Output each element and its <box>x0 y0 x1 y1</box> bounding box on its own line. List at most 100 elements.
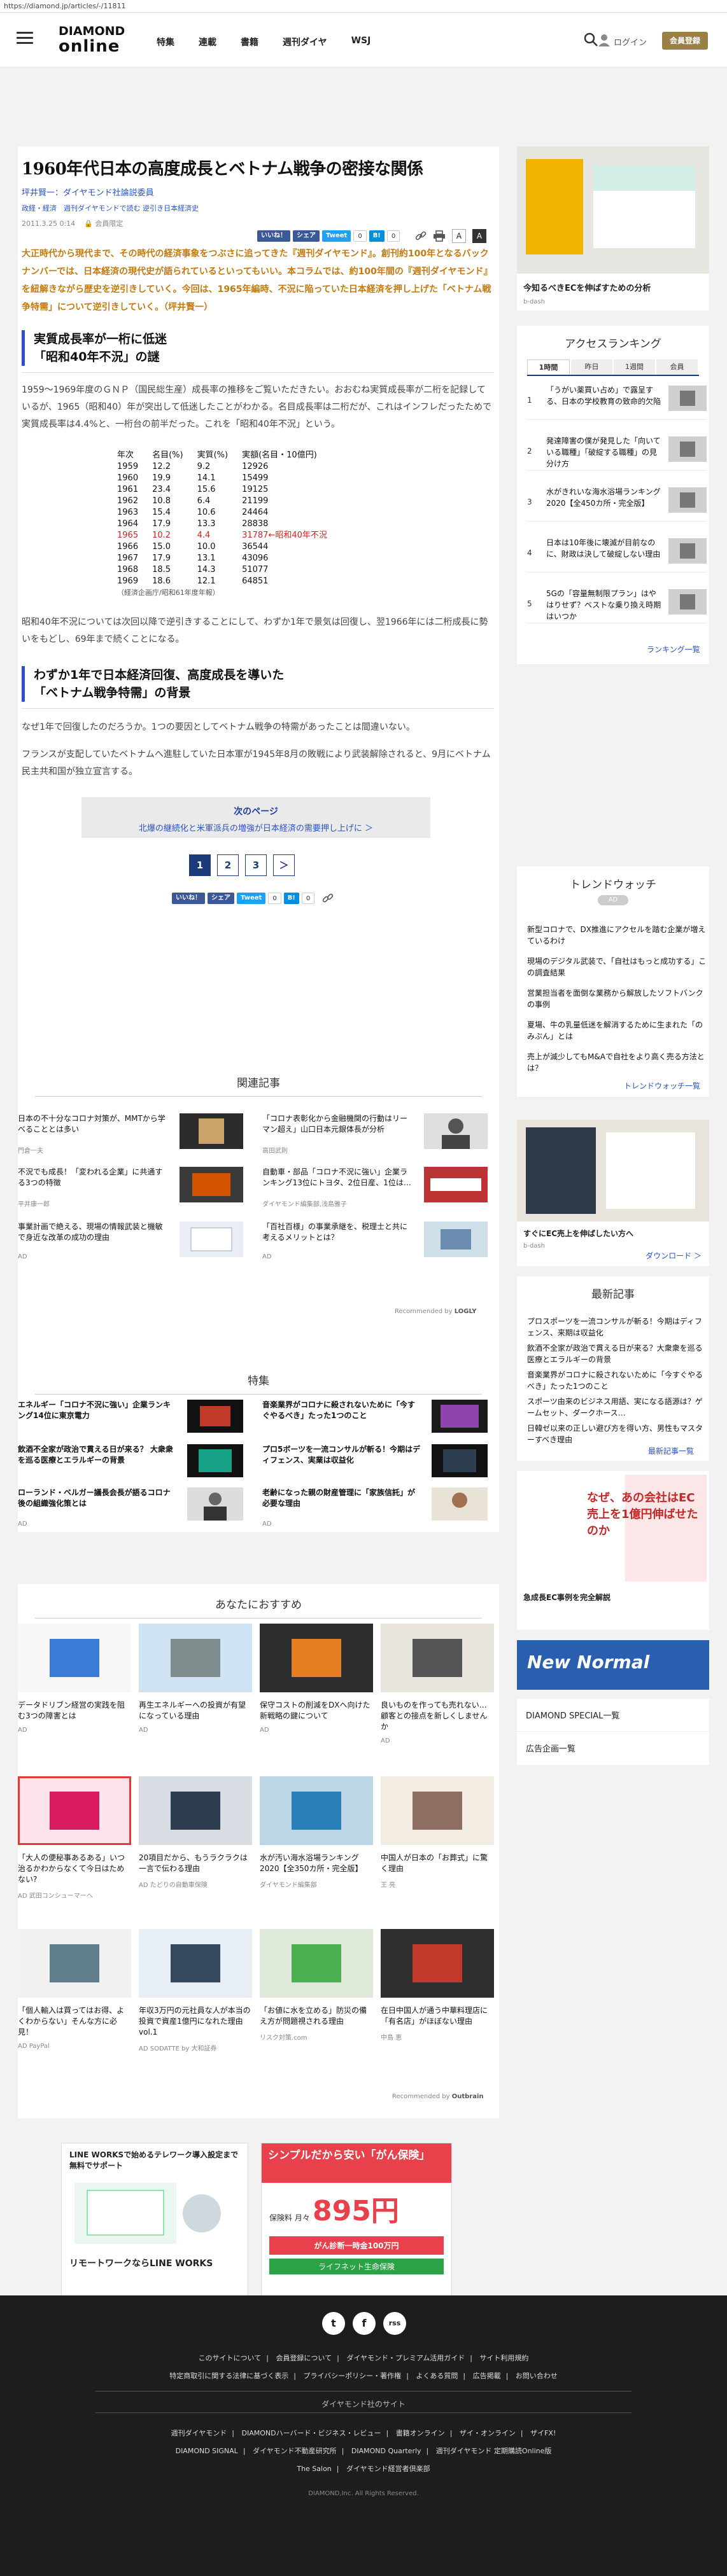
ad-download-link[interactable]: ダウンロード ＞ <box>646 1250 702 1261</box>
recommend-item[interactable]: 保守コストの削減をDXへ向けた新戦略の鍵について AD <box>260 1624 373 1734</box>
nav-item-series[interactable]: 連載 <box>199 36 216 48</box>
recommend-item[interactable]: 「お値に水を立める」防災の備え方が問題視される理由 リスク対策.com <box>260 1929 373 2042</box>
hatena-button[interactable]: B! <box>283 893 299 904</box>
news-item[interactable]: 飲酒不全家が政治で貫える日が来る？大衆衆を巡る医療とエラルギーの背景 <box>527 1342 705 1365</box>
recommend-item[interactable]: 再生エネルギーへの投資が有望になっている理由 AD <box>139 1624 252 1734</box>
feature-item[interactable]: 音楽業界がコロナに殺されないために「今すぐやるべき」たった1つのこと <box>262 1400 491 1440</box>
register-button[interactable]: 会員登録 <box>662 32 708 50</box>
trend-more-link[interactable]: トレンドウォッチ一覧 <box>624 1080 700 1091</box>
related-item[interactable]: 「コロナ表彰化から金融機関の行動はリーマン超え」山口日本元銀体長が分析 高田武則 <box>262 1113 491 1155</box>
twitter-icon[interactable]: t <box>322 2312 345 2335</box>
insurance-ad[interactable]: シンプルだから安い「がん保険」 保険料 月々 895円 がん診断一時金100万円… <box>261 2143 452 2301</box>
nav-item-books[interactable]: 書籍 <box>241 36 258 48</box>
news-item[interactable]: 音楽業界がコロナに殺されないために「今すぐやるべき」たった1つのこと <box>527 1369 705 1392</box>
site-logo[interactable]: DIAMOND online <box>59 24 125 57</box>
footer-link[interactable]: お問い合わせ <box>516 2372 558 2380</box>
related-item[interactable]: 「百社百様」の事業承継を、税理士と共に考えるメリットとは？ AD <box>262 1222 491 1262</box>
facebook-share-button[interactable]: シェア <box>208 893 234 904</box>
facebook-like-button[interactable]: いいね！ <box>257 230 290 242</box>
trend-item[interactable]: 売上が減少してもM&Aで自社をより高く売る方法とは？ <box>527 1051 707 1074</box>
ranking-item[interactable]: 2 発達障害の僕が発見した「向いている職種」「破綻する職種」の見分け方 <box>527 433 707 471</box>
footer-brand-link[interactable]: ダイヤモンド経営者倶楽部 <box>346 2465 430 2473</box>
related-item[interactable]: 事業計画で絶える、現場の情報武装と機敏で身近な改革の成功の理由 AD <box>18 1222 247 1262</box>
ranking-more-link[interactable]: ランキング一覧 <box>647 644 700 655</box>
ranking-tab-yesterday[interactable]: 昨日 <box>571 359 612 375</box>
font-size-large-button[interactable]: A <box>472 229 486 243</box>
footer-link[interactable]: ダイヤモンド・プレミアム活用ガイド <box>346 2354 465 2362</box>
feature-item[interactable]: 老齢になった親の財産管理に「家族信託」が必要な理由 AD <box>262 1487 491 1528</box>
footer-brand-link[interactable]: ダイヤモンド不動産研究所 <box>253 2447 337 2455</box>
recommend-item[interactable]: 水が汚い海水浴場ランキング2020【全350カ所・完全版】 ダイヤモンド編集部 <box>260 1776 373 1889</box>
facebook-share-button[interactable]: シェア <box>293 230 320 242</box>
recommend-item[interactable]: 在日中国人が通う中華料理店に「有名店」がほぼない理由 中島 恵 <box>381 1929 494 2042</box>
lineworks-ad[interactable]: LINE WORKSで始めるテレワーク導入設定まで無料でサポート リモートワーク… <box>61 2143 248 2301</box>
recommend-item[interactable]: 中国人が日本の「お葬式」に驚く理由王 亮 <box>381 1776 494 1889</box>
footer-link[interactable]: 会員登録について <box>276 2354 332 2362</box>
outbrain-credit[interactable]: Recommended by Outbrain <box>392 2093 484 2100</box>
related-item[interactable]: 自動車・部品「コロナ不況に強い」企業ランキング13位にトヨタ、2位日産、1位は…… <box>262 1167 491 1208</box>
footer-brand-link[interactable]: The Salon <box>297 2465 331 2473</box>
next-page-button[interactable]: ＞ <box>273 854 295 876</box>
ranking-item[interactable]: 5 5Gの「容量無制限プラン」はやはりせず？ベストな乗り換え時期はいつか <box>527 585 707 623</box>
feature-item[interactable]: 飲酒不全家が政治で貫える日が来る？ 大衆衆を巡る医療とエラルギーの背景 <box>18 1444 247 1485</box>
news-item[interactable]: 日韓ゼ以来の正しい避び方を得い方、男性もマスターすべき理由 <box>527 1423 705 1445</box>
logly-credit[interactable]: Recommended by LOGLY <box>395 1308 477 1315</box>
sidebar-ad-4[interactable]: New Normal <box>517 1640 709 1690</box>
menu-icon[interactable] <box>17 32 33 45</box>
article-categories[interactable]: 政経・経済 週刊ダイヤモンドで読む 逆引き日本経済史 <box>22 203 499 213</box>
next-page-box[interactable]: 次のページ 北爆の継続化と米軍派兵の増強が日本経済の需要押し上げに ＞ <box>81 797 430 838</box>
user-icon[interactable] <box>597 33 611 47</box>
special-link[interactable]: DIAMOND SPECIAL一覧 <box>517 1699 709 1732</box>
link-icon[interactable] <box>322 893 334 904</box>
footer-link[interactable]: よくある質問 <box>416 2372 458 2380</box>
page-1-button[interactable]: 1 <box>189 854 211 876</box>
article-author[interactable]: 坪井賢一：ダイヤモンド社論説委員 <box>22 186 499 198</box>
recommend-item[interactable]: 「大人の便秘事あるある」いつ治るかわからなくて今日はためない? AD 武田コンシュ… <box>18 1776 131 1900</box>
trend-item[interactable]: 営業担当者を面倒な業務から解放したソフトバンクの事例 <box>527 987 707 1010</box>
footer-brand-link[interactable]: 書籍オンライン <box>396 2429 445 2437</box>
footer-brand-link[interactable]: ザイ・オンライン <box>460 2429 516 2437</box>
hatena-button[interactable]: B! <box>369 230 385 242</box>
recommend-item[interactable]: 20項目だから、もうラクラクは一言で伝わる理由 AD たどりの自動車保険 <box>139 1776 252 1889</box>
search-icon[interactable] <box>583 32 598 47</box>
sidebar-ad-2[interactable]: すぐにEC売上を伸ばしたい方へ b-dash ダウンロード ＞ <box>517 1120 709 1266</box>
ranking-tab-hour[interactable]: 1時間 <box>527 359 570 375</box>
footer-brand-link[interactable]: DIAMOND Quarterly <box>351 2447 421 2455</box>
footer-link[interactable]: このサイトについて <box>199 2354 262 2362</box>
ranking-item[interactable]: 1 「うがい薬買い占め」で露呈する、日本の学校教育の致命的欠陥 <box>527 382 707 420</box>
news-more-link[interactable]: 最新記事一覧 <box>648 1445 694 1456</box>
link-icon[interactable] <box>415 230 427 242</box>
ranking-tab-members[interactable]: 会員 <box>656 359 698 375</box>
facebook-icon[interactable]: f <box>353 2312 376 2335</box>
news-item[interactable]: プロスポーツを一流コンサルが斬る！今期はディフェンス、来期は収益化 <box>527 1316 705 1339</box>
recommend-item[interactable]: 良いものを作っても売れない…顧客との接点を新しくしませんか AD <box>381 1624 494 1744</box>
related-item[interactable]: 不況でも成長！「変われる企業」に共通する3つの特徴 平井康一郎 <box>18 1167 247 1208</box>
footer-link[interactable]: サイト利用規約 <box>479 2354 528 2362</box>
recommend-item[interactable]: 「個人輸入は買ってはお得、よくわからない」そんな方に必見！ AD PayPal <box>18 1929 131 2050</box>
recommend-item[interactable]: データドリブン経営の実践を阻む3つの障害とは AD <box>18 1624 131 1734</box>
trend-item[interactable]: 新型コロナで、DX推進にアクセルを踏む企業が増えているわけ <box>527 924 707 947</box>
next-page-title[interactable]: 北爆の継続化と米軍派兵の増強が日本経済の需要押し上げに ＞ <box>81 821 430 833</box>
news-item[interactable]: スポーツ由来のビジネス用語、実になる語源は？ゲームセット、ダークホース… <box>527 1396 705 1419</box>
feature-item[interactable]: エネルギー「コロナ不況に強い」企業ランキング14位に東京電力 <box>18 1400 247 1440</box>
tweet-button[interactable]: Tweet <box>237 893 266 904</box>
footer-link[interactable]: 特定商取引に関する法律に基づく表示 <box>169 2372 288 2380</box>
feature-item[interactable]: プロ5ボーツを一流コンサルが斬る！今期はディフェンス、実業は収益化 <box>262 1444 491 1485</box>
footer-brand-link[interactable]: ザイFX! <box>530 2429 556 2437</box>
sidebar-ad-3[interactable]: なぜ、あの会社はEC売上を1億円伸ばせたのか 急成長EC事例を完全解説 <box>517 1471 709 1630</box>
footer-brand-link[interactable]: 週刊ダイヤモンド <box>171 2429 227 2437</box>
footer-brand-link[interactable]: 週刊ダイヤモンド 定期購読Online版 <box>436 2447 552 2455</box>
ranking-item[interactable]: 3 水がきれいな海水浴場ランキング2020【全450カ所・完全版】 <box>527 484 707 522</box>
tweet-button[interactable]: Tweet <box>322 230 351 242</box>
trend-item[interactable]: 夏場、牛の乳量低迷を解消するために生まれた「のみぶん」とは <box>527 1019 707 1042</box>
page-3-button[interactable]: 3 <box>245 854 267 876</box>
rss-icon[interactable]: rss <box>383 2312 406 2335</box>
recommend-item[interactable]: 年収3万円の元社員な人が本当の投資で資産1億円になれた理由 vol.1 AD SO… <box>139 1929 252 2052</box>
nav-item-wsj[interactable]: WSJ <box>351 36 371 48</box>
nav-item-weekly[interactable]: 週刊ダイヤ <box>283 36 327 48</box>
ranking-tab-week[interactable]: 1週間 <box>614 359 655 375</box>
adlist-link[interactable]: 広告企画一覧 <box>517 1732 709 1764</box>
login-link[interactable]: ログイン <box>614 36 647 48</box>
footer-brand-link[interactable]: DIAMONDハーバード・ビジネス・レビュー <box>242 2429 381 2437</box>
trend-item[interactable]: 現場のデジタル武装で、「自社はもっと成功する」この調査結果 <box>527 956 707 978</box>
